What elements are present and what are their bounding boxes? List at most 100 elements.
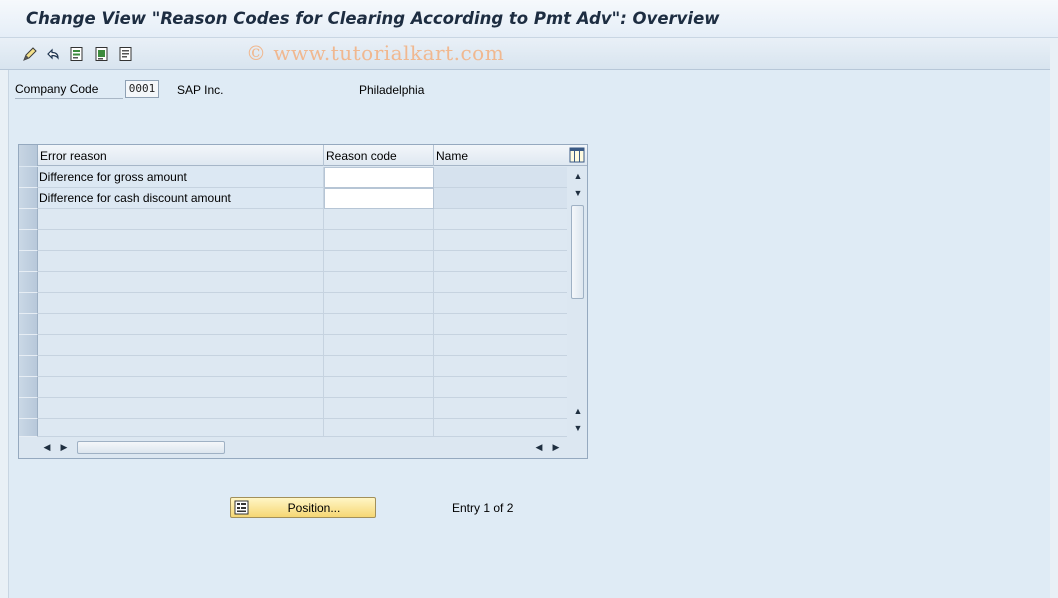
empty-cell	[324, 293, 434, 314]
empty-cell	[38, 398, 324, 419]
empty-cell	[38, 314, 324, 335]
empty-cell	[324, 419, 434, 437]
right-frame-edge	[1050, 38, 1058, 598]
empty-cell	[324, 272, 434, 293]
row-selector[interactable]	[19, 293, 38, 314]
empty-cell	[434, 377, 567, 398]
empty-cell	[434, 209, 567, 230]
application-toolbar: © www.tutorialkart.com	[0, 38, 1058, 70]
empty-cell	[434, 356, 567, 377]
empty-table-row	[19, 398, 567, 419]
undo-icon[interactable]	[44, 45, 62, 63]
empty-cell	[324, 335, 434, 356]
position-button[interactable]: Position...	[230, 497, 376, 518]
empty-table-row	[19, 377, 567, 398]
empty-cell	[38, 272, 324, 293]
scroll-down-icon[interactable]: ▼	[573, 188, 583, 198]
company-code-label: Company Code	[15, 82, 123, 99]
empty-cell	[324, 209, 434, 230]
row-selector[interactable]	[19, 398, 38, 419]
scroll-right-icon[interactable]: ▶	[59, 442, 69, 452]
empty-cell	[324, 398, 434, 419]
page-down-icon[interactable]: ▼	[573, 423, 583, 433]
empty-cell	[38, 419, 324, 437]
details-icon[interactable]	[68, 45, 86, 63]
empty-cell	[38, 377, 324, 398]
row-selector[interactable]	[19, 188, 38, 209]
error-reason-cell: Difference for gross amount	[38, 167, 324, 188]
empty-cell	[324, 377, 434, 398]
scroll-left-end-icon[interactable]: ◀	[534, 442, 544, 452]
table-row: Difference for gross amount	[19, 167, 567, 188]
row-selector[interactable]	[19, 356, 38, 377]
row-selector[interactable]	[19, 419, 38, 437]
empty-cell	[434, 419, 567, 437]
scroll-right-end-icon[interactable]: ▶	[551, 442, 561, 452]
empty-table-row	[19, 419, 567, 437]
page-title: Change View "Reason Codes for Clearing A…	[26, 9, 720, 28]
title-bar: Change View "Reason Codes for Clearing A…	[0, 0, 1058, 38]
vertical-scroll-thumb[interactable]	[571, 205, 584, 299]
position-button-label: Position...	[287, 501, 341, 515]
empty-table-row	[19, 335, 567, 356]
empty-cell	[38, 356, 324, 377]
display-change-icon[interactable]	[21, 45, 39, 63]
empty-cell	[324, 230, 434, 251]
reason-code-input[interactable]	[324, 188, 434, 209]
name-cell	[434, 167, 567, 188]
row-selector[interactable]	[19, 272, 38, 293]
left-frame-edge	[0, 70, 9, 598]
empty-table-row	[19, 356, 567, 377]
empty-cell	[434, 314, 567, 335]
empty-cell	[434, 398, 567, 419]
watermark: © www.tutorialkart.com	[246, 41, 505, 65]
column-header-reason-code[interactable]: Reason code	[324, 145, 434, 166]
empty-cell	[38, 251, 324, 272]
empty-table-row	[19, 251, 567, 272]
scroll-up-icon[interactable]: ▲	[573, 171, 583, 181]
empty-table-row	[19, 230, 567, 251]
scroll-left-icon[interactable]: ◀	[42, 442, 52, 452]
error-reason-cell: Difference for cash discount amount	[38, 188, 324, 209]
empty-cell	[38, 335, 324, 356]
row-selector[interactable]	[19, 377, 38, 398]
company-code-field[interactable]: 0001	[125, 80, 159, 98]
empty-cell	[434, 335, 567, 356]
row-selector[interactable]	[19, 167, 38, 188]
empty-table-row	[19, 272, 567, 293]
empty-table-row	[19, 314, 567, 335]
reason-code-input[interactable]	[324, 167, 434, 188]
row-selector[interactable]	[19, 230, 38, 251]
page-up-icon[interactable]: ▲	[573, 406, 583, 416]
empty-cell	[38, 230, 324, 251]
vertical-scrollbar[interactable]: ▲ ▼ ▲ ▼	[568, 167, 587, 437]
horizontal-scrollbar[interactable]: ◀ ▶ ◀ ▶	[19, 437, 587, 458]
empty-cell	[38, 293, 324, 314]
empty-cell	[324, 314, 434, 335]
company-city: Philadelphia	[359, 83, 425, 97]
empty-cell	[324, 356, 434, 377]
entry-counter: Entry 1 of 2	[452, 501, 514, 515]
table-header: Error reason Reason code Name	[19, 145, 587, 166]
empty-cell	[324, 251, 434, 272]
empty-cell	[434, 272, 567, 293]
row-selector[interactable]	[19, 335, 38, 356]
empty-cell	[434, 293, 567, 314]
name-cell	[434, 188, 567, 209]
column-header-name[interactable]: Name	[434, 145, 567, 166]
row-selector[interactable]	[19, 314, 38, 335]
empty-cell	[434, 230, 567, 251]
table-row: Difference for cash discount amount	[19, 188, 567, 209]
table-settings-icon[interactable]	[569, 147, 585, 163]
deselect-icon[interactable]	[117, 45, 135, 63]
company-name: SAP Inc.	[177, 83, 224, 97]
column-header-error-reason[interactable]: Error reason	[38, 145, 324, 166]
row-selector[interactable]	[19, 251, 38, 272]
reason-codes-table: Error reason Reason code Name Difference…	[18, 144, 588, 459]
empty-table-row	[19, 293, 567, 314]
select-all-rows-cell[interactable]	[19, 145, 38, 166]
empty-cell	[38, 209, 324, 230]
select-all-icon[interactable]	[93, 45, 111, 63]
horizontal-scroll-thumb[interactable]	[77, 441, 225, 454]
row-selector[interactable]	[19, 209, 38, 230]
